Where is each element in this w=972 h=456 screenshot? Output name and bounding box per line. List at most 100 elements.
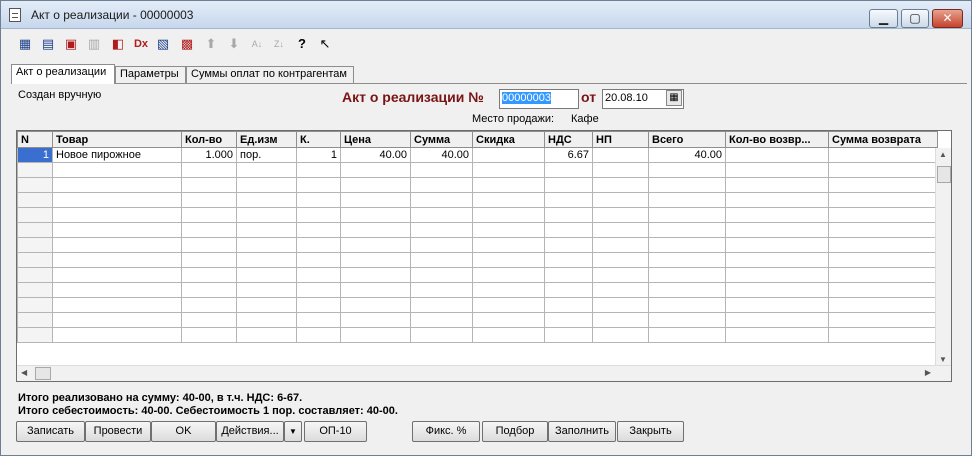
table-cell[interactable]: 40.00 bbox=[410, 147, 473, 163]
table-cell[interactable] bbox=[410, 207, 473, 223]
table-cell[interactable] bbox=[725, 162, 829, 178]
vertical-scroll-thumb[interactable] bbox=[937, 166, 951, 183]
table-cell[interactable] bbox=[17, 207, 53, 223]
save-button[interactable]: Записать bbox=[16, 421, 85, 442]
tab-payments-by-counterparties[interactable]: Суммы оплат по контрагентам bbox=[186, 66, 354, 83]
table-cell[interactable] bbox=[648, 222, 726, 238]
edit-icon[interactable]: ▧ bbox=[153, 34, 173, 54]
table-cell[interactable] bbox=[472, 207, 545, 223]
column-header[interactable]: НП bbox=[592, 131, 649, 148]
move-up-icon[interactable]: ⬆ bbox=[201, 34, 221, 54]
table-row[interactable] bbox=[17, 162, 938, 178]
table-cell[interactable] bbox=[592, 252, 649, 268]
table-cell[interactable] bbox=[17, 192, 53, 208]
table-cell[interactable] bbox=[648, 282, 726, 298]
scroll-right-icon[interactable]: ▶ bbox=[925, 368, 931, 377]
table-cell[interactable] bbox=[296, 237, 341, 253]
table-cell[interactable] bbox=[648, 327, 726, 343]
table-cell[interactable] bbox=[544, 327, 593, 343]
table-cell[interactable] bbox=[236, 282, 297, 298]
table-cell[interactable] bbox=[52, 207, 182, 223]
table-cell[interactable] bbox=[181, 162, 237, 178]
actions-button[interactable]: Действия... bbox=[216, 421, 284, 442]
table-cell[interactable] bbox=[648, 192, 726, 208]
column-header[interactable]: Товар bbox=[52, 131, 182, 148]
fill-button[interactable]: Заполнить bbox=[548, 421, 616, 442]
close-button[interactable]: Закрыть bbox=[617, 421, 684, 442]
table-cell[interactable] bbox=[472, 147, 545, 163]
table-cell[interactable] bbox=[472, 297, 545, 313]
table-cell[interactable] bbox=[181, 192, 237, 208]
table-cell[interactable] bbox=[52, 162, 182, 178]
table-cell[interactable] bbox=[340, 267, 411, 283]
table-cell[interactable] bbox=[340, 312, 411, 328]
table-cell[interactable] bbox=[296, 312, 341, 328]
table-row[interactable] bbox=[17, 282, 938, 298]
table-cell[interactable] bbox=[544, 312, 593, 328]
table-cell[interactable] bbox=[592, 327, 649, 343]
table-cell[interactable] bbox=[725, 177, 829, 193]
vertical-scrollbar[interactable]: ▲ ▼ bbox=[935, 148, 951, 366]
pick-button[interactable]: Подбор bbox=[482, 421, 548, 442]
table-cell[interactable] bbox=[17, 237, 53, 253]
table-cell[interactable] bbox=[410, 237, 473, 253]
table-cell[interactable] bbox=[52, 267, 182, 283]
table-cell[interactable] bbox=[725, 267, 829, 283]
table-cell[interactable] bbox=[296, 177, 341, 193]
table-cell[interactable] bbox=[52, 327, 182, 343]
table-cell[interactable] bbox=[544, 177, 593, 193]
table-cell[interactable] bbox=[828, 267, 938, 283]
table-cell[interactable] bbox=[296, 297, 341, 313]
table-cell[interactable] bbox=[52, 177, 182, 193]
table-cell[interactable] bbox=[236, 252, 297, 268]
table-cell[interactable] bbox=[181, 207, 237, 223]
table-cell[interactable] bbox=[828, 252, 938, 268]
table-cell[interactable] bbox=[340, 237, 411, 253]
table-row[interactable] bbox=[17, 177, 938, 193]
table-cell[interactable]: Новое пирожное bbox=[52, 147, 182, 163]
table-cell[interactable] bbox=[592, 222, 649, 238]
table-cell[interactable] bbox=[410, 282, 473, 298]
table-cell[interactable] bbox=[17, 177, 53, 193]
table-cell[interactable] bbox=[17, 327, 53, 343]
table-cell[interactable] bbox=[592, 192, 649, 208]
table-cell[interactable] bbox=[236, 237, 297, 253]
table-cell[interactable] bbox=[52, 237, 182, 253]
table-cell[interactable] bbox=[52, 282, 182, 298]
table-cell[interactable] bbox=[828, 192, 938, 208]
table-cell[interactable]: 40.00 bbox=[648, 147, 726, 163]
column-header[interactable]: НДС bbox=[544, 131, 593, 148]
table-cell[interactable] bbox=[410, 312, 473, 328]
table-cell[interactable] bbox=[236, 177, 297, 193]
table-cell[interactable] bbox=[181, 177, 237, 193]
table-cell[interactable] bbox=[725, 222, 829, 238]
column-header[interactable]: Скидка bbox=[472, 131, 545, 148]
tab-sale-act[interactable]: Акт о реализации bbox=[11, 64, 115, 84]
delete-marked-icon[interactable]: ◧ bbox=[108, 34, 128, 54]
table-cell[interactable] bbox=[544, 237, 593, 253]
table-cell[interactable] bbox=[648, 297, 726, 313]
table-cell[interactable] bbox=[236, 192, 297, 208]
mark-row-icon[interactable]: ▥ bbox=[84, 34, 104, 54]
table-cell[interactable] bbox=[17, 222, 53, 238]
table-cell[interactable] bbox=[725, 252, 829, 268]
table-cell[interactable] bbox=[296, 207, 341, 223]
table-cell[interactable] bbox=[725, 297, 829, 313]
table-cell[interactable] bbox=[592, 282, 649, 298]
table-cell[interactable] bbox=[648, 177, 726, 193]
table-cell[interactable] bbox=[828, 312, 938, 328]
ok-button[interactable]: OK bbox=[151, 421, 216, 442]
table-cell[interactable] bbox=[52, 192, 182, 208]
table-cell[interactable] bbox=[296, 162, 341, 178]
column-header[interactable]: К. bbox=[296, 131, 341, 148]
table-cell[interactable] bbox=[236, 207, 297, 223]
table-cell[interactable] bbox=[181, 327, 237, 343]
table-row[interactable] bbox=[17, 192, 938, 208]
table-row[interactable] bbox=[17, 237, 938, 253]
table-cell[interactable] bbox=[544, 282, 593, 298]
fix-percent-button[interactable]: Фикс. % bbox=[412, 421, 480, 442]
table-row[interactable]: 1 Новое пирожное 1.000 пор. 1 40.00 40.00 6.67 4… bbox=[17, 147, 938, 163]
table-cell[interactable]: 1.000 bbox=[181, 147, 237, 163]
table-cell[interactable] bbox=[340, 222, 411, 238]
table-cell[interactable] bbox=[725, 282, 829, 298]
